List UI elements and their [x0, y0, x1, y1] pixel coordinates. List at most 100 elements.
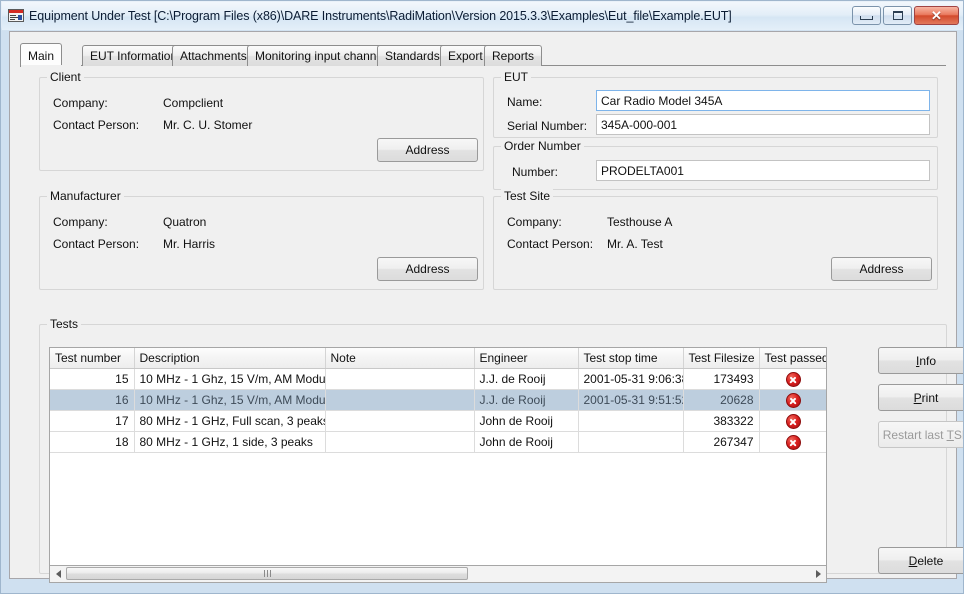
- tab-label: Standards: [385, 49, 440, 63]
- order-number-group-title: Order Number: [501, 139, 584, 153]
- cell-test-passed: [759, 410, 826, 432]
- delete-button[interactable]: Delete: [878, 547, 963, 574]
- fail-icon: [785, 413, 801, 429]
- tabstrip: Main EUT Information Attachments Monitor…: [20, 43, 946, 67]
- print-button-label: Print: [913, 390, 939, 405]
- cell-test-filesize: 383322: [683, 410, 760, 432]
- restart-last-tsf-button[interactable]: Restart last TSF: [878, 421, 963, 448]
- cell-test-passed: [759, 368, 826, 390]
- cell-engineer: J.J. de Rooij: [474, 368, 579, 390]
- cell-test-stop-time: 2001-05-31 9:51:52: [578, 389, 684, 411]
- eut-serial-label: Serial Number:: [507, 119, 588, 133]
- cell-description: 10 MHz - 1 Ghz, 15 V/m, AM Modulation: [134, 368, 326, 390]
- tab-reports[interactable]: Reports: [484, 45, 543, 66]
- scrollbar-thumb[interactable]: [66, 567, 468, 580]
- tab-main[interactable]: Main: [20, 43, 63, 67]
- application-window: Equipment Under Test [C:\Program Files (…: [0, 0, 964, 594]
- close-button[interactable]: ✕: [914, 6, 959, 25]
- column-header-description[interactable]: Description: [134, 348, 326, 369]
- test-site-company-label: Company:: [507, 215, 562, 229]
- column-header-test-stop-time[interactable]: Test stop time: [578, 348, 684, 369]
- cell-description: 10 MHz - 1 Ghz, 15 V/m, AM Modulation: [134, 389, 326, 411]
- eut-name-input[interactable]: Car Radio Model 345A: [596, 90, 930, 111]
- tests-table-header-row: Test number Description Note Engineer Te…: [50, 348, 826, 369]
- manufacturer-address-button[interactable]: Address: [377, 257, 478, 281]
- test-site-address-button[interactable]: Address: [831, 257, 932, 281]
- tab-standards[interactable]: Standards: [377, 45, 448, 66]
- manufacturer-group-title: Manufacturer: [47, 189, 124, 203]
- test-site-company-value: Testhouse A: [607, 215, 673, 229]
- client-company-label: Company:: [53, 96, 108, 110]
- manufacturer-group: Manufacturer Company: Quatron Contact Pe…: [39, 189, 484, 290]
- cell-engineer: John de Rooij: [474, 410, 579, 432]
- eut-name-label: Name:: [507, 95, 543, 109]
- info-button[interactable]: Info: [878, 347, 963, 374]
- table-row[interactable]: 18 80 MHz - 1 GHz, 1 side, 3 peaks John …: [50, 431, 826, 453]
- tab-label: Attachments: [180, 49, 247, 63]
- cell-test-stop-time: 2001-05-31 9:06:38: [578, 368, 684, 390]
- client-company-value: Compclient: [163, 96, 224, 110]
- tab-label: Main: [28, 48, 55, 63]
- table-row[interactable]: 16 10 MHz - 1 Ghz, 15 V/m, AM Modulation…: [50, 389, 826, 411]
- column-header-test-passed[interactable]: Test passed: [759, 348, 826, 369]
- manufacturer-company-value: Quatron: [163, 215, 207, 229]
- cell-test-stop-time: [578, 431, 684, 453]
- column-header-note[interactable]: Note: [325, 348, 475, 369]
- table-row[interactable]: 15 10 MHz - 1 Ghz, 15 V/m, AM Modulation…: [50, 368, 826, 390]
- cell-test-number: 18: [50, 431, 135, 453]
- client-address-button[interactable]: Address: [377, 138, 478, 162]
- cell-note: [325, 410, 475, 432]
- cell-test-number: 15: [50, 368, 135, 390]
- test-site-address-button-label: Address: [859, 262, 904, 276]
- info-button-label: Info: [915, 353, 937, 368]
- cell-note: [325, 368, 475, 390]
- manufacturer-company-label: Company:: [53, 215, 108, 229]
- print-button[interactable]: Print: [878, 384, 963, 411]
- scroll-right-button[interactable]: [810, 566, 826, 582]
- fail-icon: [785, 392, 801, 408]
- cell-test-number: 17: [50, 410, 135, 432]
- cell-note: [325, 431, 475, 453]
- manufacturer-contact-value: Mr. Harris: [163, 237, 215, 251]
- column-header-test-filesize[interactable]: Test Filesize: [683, 348, 760, 369]
- cell-test-stop-time: [578, 410, 684, 432]
- maximize-icon: [892, 11, 903, 20]
- window-controls: ✕: [852, 6, 959, 25]
- table-row[interactable]: 17 80 MHz - 1 GHz, Full scan, 3 peaks Jo…: [50, 410, 826, 432]
- restart-last-tsf-button-label: Restart last TSF: [882, 427, 963, 442]
- tab-attachments[interactable]: Attachments: [172, 45, 255, 66]
- window-title: Equipment Under Test [C:\Program Files (…: [29, 9, 732, 23]
- cell-test-number: 16: [50, 389, 135, 411]
- test-site-contact-value: Mr. A. Test: [607, 237, 663, 251]
- cell-test-passed: [759, 389, 826, 411]
- fail-icon: [785, 434, 801, 450]
- scroll-left-button[interactable]: [50, 566, 66, 582]
- minimize-button[interactable]: [852, 6, 881, 25]
- maximize-button[interactable]: [883, 6, 912, 25]
- tests-group-title: Tests: [47, 317, 82, 331]
- fail-icon: [785, 371, 801, 387]
- client-contact-label: Contact Person:: [53, 118, 140, 132]
- arrow-right-icon: [815, 570, 821, 578]
- column-header-test-number[interactable]: Test number: [50, 348, 135, 369]
- tests-grid[interactable]: Test number Description Note Engineer Te…: [49, 347, 827, 566]
- cell-description: 80 MHz - 1 GHz, Full scan, 3 peaks: [134, 410, 326, 432]
- eut-serial-number-input[interactable]: 345A-000-001: [596, 114, 930, 135]
- tests-group: Tests Test number Description Note Engin…: [39, 317, 963, 583]
- title-bar[interactable]: Equipment Under Test [C:\Program Files (…: [2, 2, 963, 30]
- tab-eut-information[interactable]: EUT Information: [82, 45, 186, 66]
- client-group-title: Client: [47, 70, 84, 84]
- eut-group: EUT Name: Car Radio Model 345A Serial Nu…: [493, 70, 938, 138]
- tests-grid-horizontal-scrollbar[interactable]: [49, 566, 827, 583]
- client-address-button-label: Address: [405, 143, 450, 157]
- manufacturer-contact-label: Contact Person:: [53, 237, 140, 251]
- column-header-engineer[interactable]: Engineer: [474, 348, 579, 369]
- eut-group-title: EUT: [501, 70, 531, 84]
- scrollbar-track[interactable]: [66, 566, 810, 582]
- cell-test-passed: [759, 431, 826, 453]
- test-site-contact-label: Contact Person:: [507, 237, 594, 251]
- test-site-group-title: Test Site: [501, 189, 554, 203]
- active-tab-underline-mask: [21, 65, 81, 67]
- tab-label: Reports: [492, 49, 535, 63]
- order-number-input[interactable]: PRODELTA001: [596, 160, 930, 181]
